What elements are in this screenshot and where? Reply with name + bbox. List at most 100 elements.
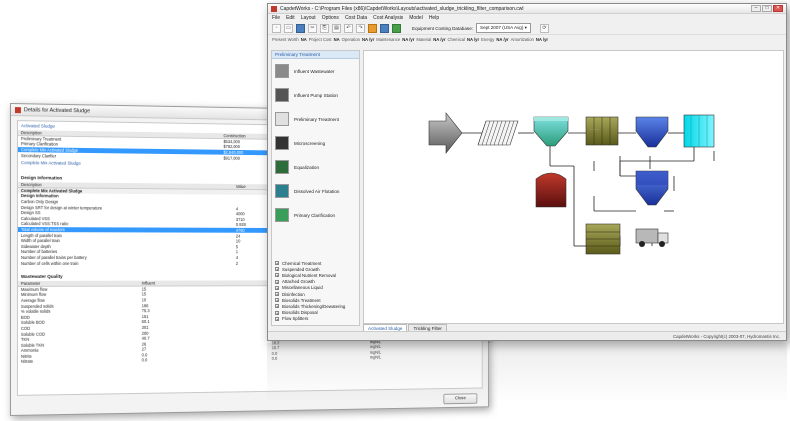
drying-beds-unit[interactable] — [585, 223, 621, 255]
cost-summary-label: Chemical — [447, 36, 465, 42]
app-icon — [271, 5, 277, 12]
expand-icon[interactable]: + — [275, 273, 279, 278]
palette-heading[interactable]: Preliminary Treatment — [272, 51, 359, 59]
cost-summary-label: Maintenance — [376, 36, 401, 42]
category-item[interactable]: + Flow Splitters — [272, 316, 359, 322]
db-value: Sept 2007 (USA Avg) — [480, 25, 524, 30]
cost-summary-value: NA /yr — [466, 36, 480, 42]
influent-wastewater-unit[interactable] — [428, 112, 463, 154]
category-label: Biosolids Disposal — [282, 310, 318, 316]
expand-icon[interactable]: + — [275, 285, 279, 290]
expand-icon[interactable]: + — [275, 298, 279, 303]
svg-text:· · · ·: · · · · — [590, 127, 599, 132]
cost-summary-label: Amortization — [510, 36, 534, 42]
palette-item-label: Microscreening — [294, 140, 326, 146]
disinfection-unit[interactable] — [683, 114, 715, 148]
palette-item-label: Preliminary Treatment — [294, 116, 339, 122]
palette-item-label: Primary Clarification — [294, 212, 336, 218]
cost-summary-label: Operation — [341, 36, 361, 42]
expand-icon[interactable]: + — [275, 304, 279, 309]
paste-icon[interactable]: ▤ — [332, 23, 341, 33]
cost-summary-value: NA /yr — [535, 36, 549, 42]
cost-summary-value: NA /yr — [433, 36, 446, 42]
maximize-button[interactable]: □ — [762, 5, 772, 12]
palette-item-label: Influent Wastewater — [294, 68, 335, 74]
expand-icon[interactable]: + — [275, 279, 279, 284]
daf-icon — [275, 184, 289, 198]
secondary-clarifier-unit[interactable] — [635, 116, 669, 148]
preliminary-treatment-unit[interactable] — [477, 120, 519, 146]
palette-item[interactable]: Influent Pump Station — [272, 83, 359, 107]
chart-icon[interactable] — [380, 23, 389, 33]
copy-icon[interactable]: ⎘ — [320, 23, 329, 33]
cost-summary-label: Energy — [481, 36, 495, 42]
palette-item[interactable]: Microscreening — [272, 131, 359, 155]
menu-item-file[interactable]: File — [272, 15, 280, 21]
table-cell: 0.0 — [141, 357, 148, 363]
layout-canvas[interactable]: · · · · — [363, 50, 784, 324]
expand-icon[interactable]: + — [275, 316, 279, 321]
palette-item[interactable]: Primary Clarification — [272, 203, 359, 227]
db-label: Equipment Costing Database: — [412, 25, 474, 31]
primary-clarifier-unit[interactable] — [533, 116, 569, 147]
activated-sludge-basin-unit[interactable]: · · · · — [585, 116, 619, 146]
db-selector: Equipment Costing Database: Sept 2007 (U… — [412, 23, 531, 33]
app-icon — [14, 106, 21, 113]
palette-item[interactable]: Preliminary Treatment — [272, 107, 359, 131]
save-icon[interactable] — [296, 23, 305, 33]
db-select[interactable]: Sept 2007 (USA Avg) ▾ — [476, 23, 531, 33]
category-label: Biosolids Treatment — [282, 297, 321, 303]
details-title: Details for Activated Sludge — [23, 106, 91, 114]
redo-icon[interactable]: ↷ — [356, 23, 365, 33]
anaerobic-digester-unit[interactable] — [535, 172, 567, 208]
status-bar: CapdetWorks - Copyright(c) 2003-07, Hydr… — [268, 331, 786, 340]
tank-icon — [275, 160, 289, 174]
close-button[interactable]: ✕ — [773, 5, 783, 12]
main-window: CapdetWorks - C:\Program Files (x86)\Cap… — [267, 3, 787, 341]
menu-item-cost-data[interactable]: Cost Data — [345, 15, 367, 21]
pump-icon — [275, 88, 289, 102]
palette-item-label: Equalization — [294, 164, 320, 170]
minimize-button[interactable]: – — [751, 5, 761, 12]
expand-icon[interactable]: + — [275, 261, 279, 266]
menu-item-help[interactable]: Help — [429, 15, 439, 21]
reflection — [267, 343, 787, 403]
process-diagram: · · · · — [428, 112, 715, 255]
menu-bar: File Edit Layout Options Cost Data Cost Analy… — [268, 14, 786, 22]
refresh-icon[interactable]: ⟳ — [539, 23, 549, 33]
expand-icon[interactable]: + — [275, 267, 279, 272]
cost-summary-label: Present Worth — [272, 36, 299, 42]
expand-icon[interactable]: + — [275, 310, 279, 315]
new-icon[interactable]: ▫ — [272, 23, 281, 33]
toolbar: ▫ ▭ ✂ ⎘ ▤ ↶ ↷ Equipment Costing Database… — [268, 22, 786, 35]
menu-item-model[interactable]: Model — [409, 15, 423, 21]
cut-icon[interactable]: ✂ — [308, 23, 317, 33]
menu-item-layout[interactable]: Layout — [301, 15, 316, 21]
category-label: Biological Nutrient Removal — [282, 272, 336, 278]
unit-palette: Preliminary Treatment Influent Wastewate… — [271, 50, 360, 326]
menu-item-options[interactable]: Options — [322, 15, 339, 21]
category-label: Attached Growth — [282, 279, 315, 285]
menu-item-edit[interactable]: Edit — [286, 15, 295, 21]
thickener-unit[interactable] — [635, 170, 669, 206]
run-icon[interactable] — [368, 23, 377, 33]
open-icon[interactable]: ▭ — [284, 23, 293, 33]
category-label: Suspended Growth — [282, 266, 320, 272]
expand-icon[interactable]: + — [275, 292, 279, 297]
category-list: + Chemical Treatment + Suspended Growth + Bio… — [272, 260, 359, 322]
palette-item[interactable]: Dissolved Air Flotation — [272, 179, 359, 203]
main-title: CapdetWorks - C:\Program Files (x86)\Cap… — [280, 5, 524, 12]
table-cell: Nitrate — [20, 359, 34, 365]
report-icon[interactable] — [392, 23, 401, 33]
cost-summary-value: NA — [300, 36, 307, 42]
cost-summary-label: Material — [416, 36, 432, 42]
undo-icon[interactable]: ↶ — [344, 23, 353, 33]
palette-item[interactable]: Influent Wastewater — [272, 59, 359, 83]
menu-item-cost-analysis[interactable]: Cost Analysis — [373, 15, 403, 21]
category-label: Flow Splitters — [282, 316, 309, 322]
palette-item[interactable]: Equalization — [272, 155, 359, 179]
cost-summary-label: Project Cost — [308, 36, 332, 42]
cost-summary-value: NA — [333, 36, 340, 42]
main-titlebar: CapdetWorks - C:\Program Files (x86)\Cap… — [268, 4, 786, 14]
category-label: Miscellaneous Liquid — [282, 285, 323, 291]
